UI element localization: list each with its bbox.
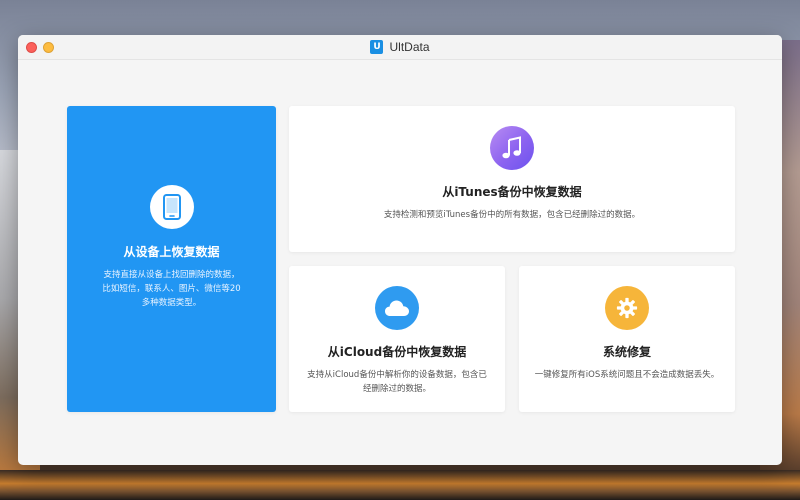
ultdata-logo-icon: U: [370, 40, 384, 54]
cloud-icon: [375, 286, 419, 330]
app-title: UltData: [389, 40, 430, 54]
window-controls: [26, 42, 54, 53]
phone-icon: [149, 184, 194, 229]
recover-from-icloud-title: 从iCloud备份中恢复数据: [327, 345, 467, 359]
recover-from-device-title: 从设备上恢复数据: [123, 244, 220, 259]
recover-from-device-card[interactable]: 从设备上恢复数据 支持直接从设备上找回删除的数据，比如短信，联系人、图片、微信等…: [67, 106, 276, 412]
app-window: U UltData 从设备上恢复数据 支持直接从设备上找回删除的数据，比如短信，…: [18, 35, 782, 465]
recover-from-device-desc: 支持直接从设备上找回删除的数据，比如短信，联系人、图片、微信等20多种数据类型。: [102, 269, 241, 308]
title-bar: U UltData: [18, 35, 782, 60]
recover-from-itunes-card[interactable]: 从iTunes备份中恢复数据 支持检测和预览iTunes备份中的所有数据，包含已…: [289, 106, 735, 252]
system-repair-card[interactable]: 系统修复 一键修复所有iOS系统问题且不会造成数据丢失。: [519, 266, 735, 412]
recover-from-icloud-card[interactable]: 从iCloud备份中恢复数据 支持从iCloud备份中解析你的设备数据，包含已经…: [289, 266, 505, 412]
recover-from-itunes-desc: 支持检测和预览iTunes备份中的所有数据，包含已经删除过的数据。: [383, 210, 641, 220]
minimize-button[interactable]: [43, 42, 54, 53]
recover-from-itunes-title: 从iTunes备份中恢复数据: [442, 185, 582, 199]
desktop-wallpaper-bottom: [0, 470, 800, 500]
system-repair-desc: 一键修复所有iOS系统问题且不会造成数据丢失。: [534, 370, 720, 380]
close-button[interactable]: [26, 42, 37, 53]
window-title: U UltData: [370, 40, 430, 54]
system-repair-title: 系统修复: [602, 345, 651, 359]
music-note-icon: [490, 126, 534, 170]
gear-icon: [605, 286, 649, 330]
recover-from-icloud-desc: 支持从iCloud备份中解析你的设备数据，包含已经删除过的数据。: [307, 370, 487, 394]
